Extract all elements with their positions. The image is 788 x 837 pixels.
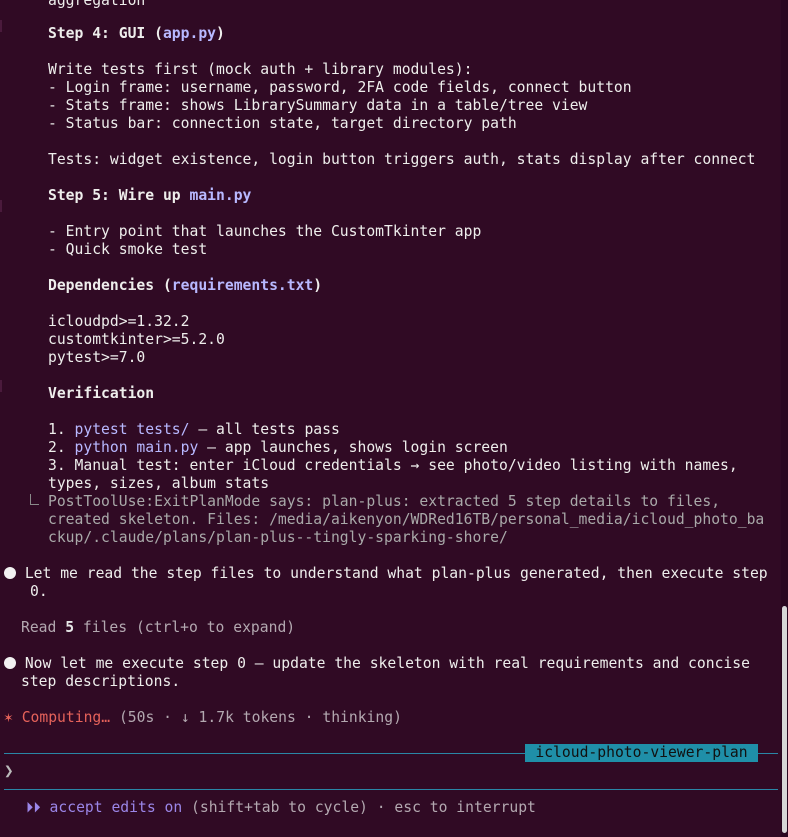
plan-bullet: - Status bar: connection state, target d…	[48, 115, 517, 132]
plan-dependencies-heading: Dependencies (requirements.txt)	[48, 277, 323, 294]
dependency-item: icloudpd>=1.32.2	[48, 313, 190, 330]
hook-output-line: created skeleton. Files: /media/aikenyon…	[48, 511, 765, 528]
prompt-chevron-icon[interactable]: ❯	[4, 762, 14, 780]
dependency-item: pytest>=7.0	[48, 349, 146, 366]
verification-item: 2. python main.py — app launches, shows …	[48, 439, 508, 456]
message-bullet-icon	[4, 567, 16, 579]
session-name-tag: icloud-photo-viewer-plan	[525, 744, 758, 762]
verification-item-cont: types, sizes, album stats	[48, 475, 270, 492]
mode-indicator[interactable]: ⏵⏵ accept edits on (shift+tab to cycle) …	[26, 799, 536, 817]
gutter-mark	[0, 380, 2, 392]
fast-forward-icon: ⏵⏵	[26, 799, 41, 816]
plan-step-4-heading: Step 4: GUI (app.py)	[48, 25, 225, 42]
code-ref-main-py: main.py	[189, 187, 252, 204]
dependency-item: customtkinter>=5.2.0	[48, 331, 225, 348]
plan-step-5-heading: Step 5: Wire up main.py	[48, 187, 252, 204]
plan-bullet: - Stats frame: shows LibrarySummary data…	[48, 97, 588, 114]
message-bullet-icon	[4, 657, 16, 669]
code-ref-app-py: app.py	[162, 25, 217, 42]
scrollbar-thumb[interactable]	[782, 606, 787, 833]
plan-bullet: - Login frame: username, password, 2FA c…	[48, 79, 632, 96]
code-ref-requirements: requirements.txt	[171, 277, 314, 294]
verification-item: 3. Manual test: enter iCloud credentials…	[48, 457, 738, 474]
plan-line-aggregation: aggregation	[48, 0, 146, 9]
status-line: ✶ Computing… (50s · ↓ 1.7k tokens · thin…	[4, 709, 402, 727]
gutter-mark	[0, 200, 2, 212]
code-ref-python-main: python main.py	[74, 439, 199, 456]
gutter-mark	[0, 20, 2, 32]
assistant-message-cont: step descriptions.	[21, 673, 181, 690]
plan-tests-first: Write tests first (mock auth + library m…	[48, 61, 473, 78]
status-label: Computing…	[21, 709, 111, 726]
spinner-icon: ✶	[4, 709, 13, 726]
plan-bullet: - Quick smoke test	[48, 241, 208, 258]
hook-output-line: PostToolUse:ExitPlanMode says: plan-plus…	[48, 493, 721, 510]
mode-hint: (shift+tab to cycle) · esc to interrupt	[182, 799, 536, 816]
plan-bullet: - Entry point that launches the CustomTk…	[48, 223, 482, 240]
status-detail: (50s · ↓ 1.7k tokens · thinking)	[110, 709, 402, 726]
assistant-message: Let me read the step files to understand…	[4, 565, 768, 583]
plan-tests-line: Tests: widget existence, login button tr…	[48, 151, 756, 168]
read-tool-summary[interactable]: Read 5 files (ctrl+o to expand)	[21, 619, 295, 637]
verification-item: 1. pytest tests/ — all tests pass	[48, 421, 340, 438]
mode-label: accept edits on	[49, 799, 183, 816]
terminal-window: aggregation Step 4: GUI (app.py) Write t…	[0, 0, 788, 837]
plan-verification-heading: Verification	[48, 385, 155, 402]
tree-branch-icon	[30, 494, 39, 505]
assistant-message-cont: 0.	[30, 583, 48, 600]
assistant-message: Now let me execute step 0 — update the s…	[4, 655, 750, 673]
hook-output-line: ckup/.claude/plans/plan-plus--tingly-spa…	[48, 529, 508, 546]
input-bottom-divider	[4, 789, 778, 790]
code-ref-pytest: pytest tests/	[74, 421, 190, 438]
